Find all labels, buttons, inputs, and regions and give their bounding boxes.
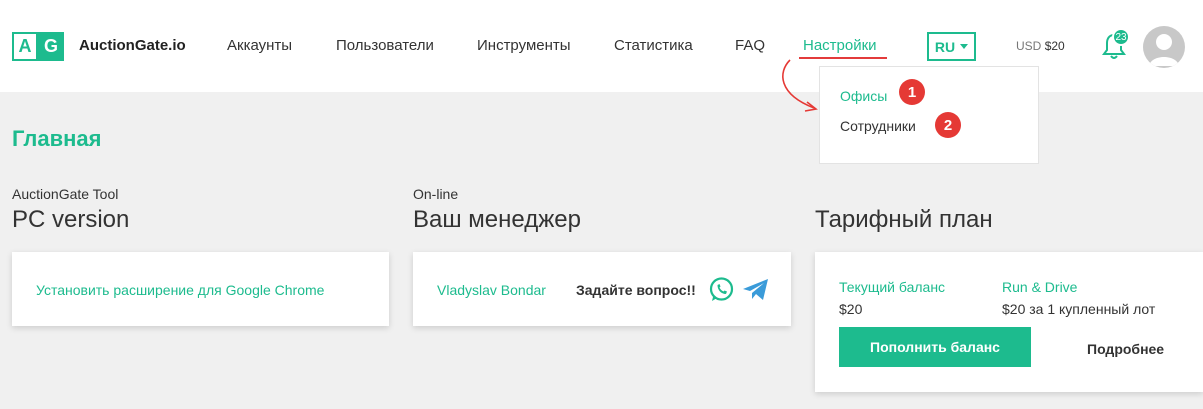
tariff-title: Тарифный план <box>815 206 993 233</box>
page-title: Главная <box>12 126 102 151</box>
language-select[interactable]: RU <box>927 32 976 61</box>
more-details-link[interactable]: Подробнее <box>1087 341 1164 357</box>
brand-name[interactable]: AuctionGate.io <box>79 37 186 54</box>
manager-label: On-line <box>413 186 459 202</box>
manager-card: Vladyslav Bondar Задайте вопрос!! <box>413 252 791 326</box>
header-balance: USD $20 <box>1016 39 1065 53</box>
whatsapp-icon[interactable] <box>708 276 735 303</box>
nav-item-users[interactable]: Пользователи <box>336 37 434 54</box>
balance-currency: USD <box>1016 39 1042 53</box>
plan-price-value: $20 за 1 купленный лот <box>1002 301 1156 317</box>
manager-name-link[interactable]: Vladyslav Bondar <box>437 282 546 298</box>
tool-label: AuctionGate Tool <box>12 186 119 202</box>
install-extension-link[interactable]: Установить расширение для Google Chrome <box>36 282 324 298</box>
logo[interactable]: A G <box>12 32 64 61</box>
nav-item-tools[interactable]: Инструменты <box>477 37 571 54</box>
caret-down-icon <box>960 44 969 49</box>
marker-1: 1 <box>899 79 925 105</box>
manager-title: Ваш менеджер <box>413 206 581 233</box>
dropdown-item-employees[interactable]: Сотрудники <box>840 118 916 134</box>
topup-balance-button[interactable]: Пополнить баланс <box>839 327 1031 367</box>
tool-title: PC version <box>12 206 130 233</box>
telegram-icon[interactable] <box>742 278 770 302</box>
notification-badge: 23 <box>1112 28 1130 46</box>
logo-letter-g: G <box>38 32 64 61</box>
logo-letter-a: A <box>12 32 38 61</box>
settings-dropdown: Офисы Сотрудники 1 2 <box>819 66 1039 164</box>
nav-item-accounts[interactable]: Аккаунты <box>227 37 292 54</box>
dropdown-item-offices[interactable]: Офисы <box>840 88 887 104</box>
language-value: RU <box>934 38 956 55</box>
nav-item-statistics[interactable]: Статистика <box>614 37 693 54</box>
user-icon <box>1149 34 1179 66</box>
extension-card: Установить расширение для Google Chrome <box>12 252 389 326</box>
ask-question-label: Задайте вопрос!! <box>576 282 696 298</box>
nav-item-settings[interactable]: Настройки <box>803 37 877 54</box>
avatar[interactable] <box>1143 26 1185 68</box>
nav-item-faq[interactable]: FAQ <box>735 37 765 54</box>
current-balance-label: Текущий баланс <box>839 279 946 295</box>
balance-amount: $20 <box>1044 39 1065 53</box>
current-balance-value: $20 <box>839 301 863 317</box>
marker-2: 2 <box>935 112 961 138</box>
plan-name-label: Run & Drive <box>1002 279 1078 295</box>
tariff-card: Текущий баланс $20 Run & Drive $20 за 1 … <box>815 252 1203 392</box>
